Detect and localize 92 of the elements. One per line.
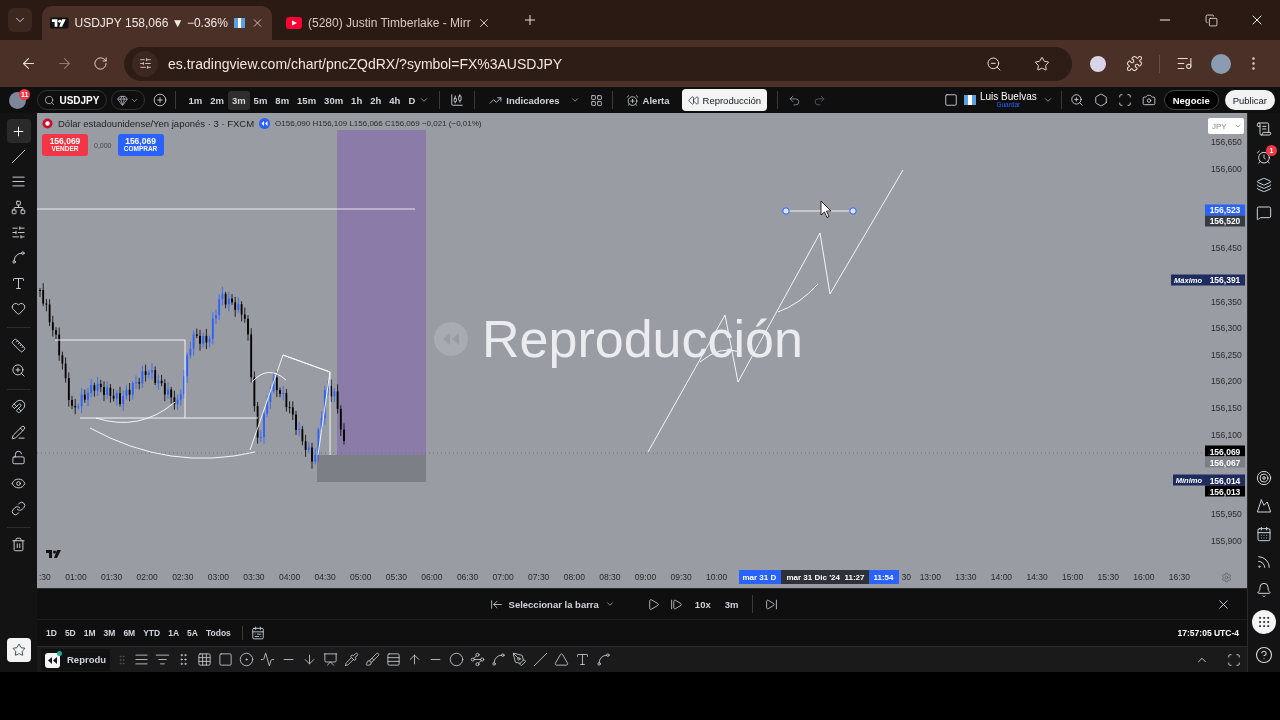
- timeframe-button[interactable]: 3m: [227, 90, 250, 110]
- time-tick: 03:30: [242, 572, 266, 582]
- timeframe-button[interactable]: 8m: [271, 90, 294, 110]
- timeframe-button[interactable]: 30m: [320, 90, 348, 110]
- time-tick: 16:30: [1167, 572, 1192, 582]
- timeframe-button[interactable]: 1m: [184, 90, 207, 110]
- price-label: 156,523: [1205, 204, 1245, 216]
- timeframe-button[interactable]: 5m: [249, 90, 272, 110]
- address-field[interactable]: es.tradingview.com/chart/pncZQdRX/?symbol=FX%3AUSDJPY: [124, 46, 1072, 81]
- range-button[interactable]: 5A: [184, 626, 201, 640]
- price-tick: 155,900: [1211, 536, 1242, 546]
- time-tick: 15:30: [1096, 572, 1120, 582]
- price-label: 156,391: [1205, 274, 1245, 286]
- price-label: 156,520: [1205, 215, 1245, 227]
- price-axis[interactable]: JPY 156,650 156,600 156,450 156,350 156,300 156,250 156,200 156,150 156,100 155,950 155,900 156,523 156,520 156,391 156,069 156,067 156,014 156,013: [1205, 113, 1247, 566]
- timeframe-button[interactable]: 2h: [366, 90, 386, 110]
- time-tick: 13:30: [954, 572, 978, 582]
- clock-time: 17:57:05 UTC-4: [1177, 628, 1239, 638]
- range-button[interactable]: 1A: [165, 626, 183, 640]
- time-tick: :30: [38, 572, 52, 582]
- time-tick: 07:00: [491, 572, 515, 582]
- range-button[interactable]: Todos: [202, 626, 234, 640]
- symbol-title[interactable]: Dólar estadounidense/Yen japonés · 3 · FXCM: [58, 118, 255, 129]
- time-tick: 02:00: [135, 572, 159, 582]
- price-tick: 156,650: [1211, 137, 1242, 147]
- time-tick: 10:00: [705, 572, 729, 582]
- time-tick: 04:30: [313, 572, 337, 582]
- price-tick: 156,600: [1211, 163, 1242, 174]
- time-tick: 14:30: [1025, 572, 1049, 582]
- price-tick: 155,950: [1211, 509, 1242, 520]
- price-tick: 156,450: [1211, 243, 1242, 254]
- layout-name[interactable]: Luis Buelvas: [980, 91, 1037, 102]
- url-text: es.tradingview.com/chart/pncZQdRX/?symbol=FX%3AUSDJPY: [168, 55, 564, 72]
- time-tick: 05:00: [349, 572, 373, 582]
- time-tick: 08:30: [598, 572, 622, 582]
- time-tick: 01:00: [64, 572, 88, 582]
- replay-tab[interactable]: Reprodu: [41, 648, 111, 671]
- timeframe-button[interactable]: 4h: [385, 90, 405, 110]
- time-tick: 09:00: [633, 572, 658, 582]
- select-bar-dropdown[interactable]: Seleccionar la barra: [489, 597, 615, 611]
- time-tick: 16:00: [1132, 572, 1156, 582]
- range-button[interactable]: 1D: [43, 626, 60, 640]
- alert-button[interactable]: Alerta: [621, 93, 674, 107]
- price-label: 156,067: [1205, 456, 1245, 468]
- time-tick: 14:00: [989, 572, 1014, 582]
- time-tick: 04:00: [277, 572, 302, 582]
- price-tick: 156,300: [1211, 323, 1242, 334]
- timeframe-button[interactable]: D: [404, 90, 420, 110]
- price-label: 156,069: [1205, 445, 1245, 457]
- range-button[interactable]: 5D: [61, 626, 79, 640]
- currency-dropdown[interactable]: JPY: [1208, 118, 1244, 134]
- range-button[interactable]: YTD: [140, 626, 164, 640]
- trade-button[interactable]: Negocie: [1163, 90, 1219, 110]
- time-tick: 05:30: [384, 572, 408, 582]
- speed-button[interactable]: 10x: [692, 598, 713, 610]
- range-button[interactable]: 3M: [100, 626, 119, 640]
- timeframe-button[interactable]: 2m: [206, 90, 228, 110]
- time-tick: 02:30: [171, 572, 195, 582]
- range-start-label: mar 31 D: [742, 572, 777, 582]
- ohlc-values: O156,090 H156,109 L156,066 C156,069 −0,021 (−0,01%): [275, 119, 482, 128]
- timeframe-button[interactable]: 15m: [293, 90, 321, 110]
- time-tick: 06:30: [455, 572, 480, 582]
- tab-title: (5280) Justin Timberlake - Mirr: [308, 16, 471, 30]
- indicators-button[interactable]: Indicadores: [485, 93, 564, 107]
- price-tick: 156,150: [1211, 403, 1242, 413]
- range-end-label: 11:54: [873, 572, 894, 582]
- price-tick: 156,250: [1211, 349, 1242, 360]
- time-tick: 08:00: [562, 572, 586, 582]
- replay-button[interactable]: Reproducción: [681, 89, 768, 111]
- time-tick: 09:30: [669, 572, 693, 582]
- time-tick: 03:00: [206, 572, 230, 582]
- range-button[interactable]: 6M: [120, 626, 139, 640]
- time-tick: 30: [900, 572, 912, 582]
- time-tick: 07:30: [527, 572, 551, 582]
- timeframe-button[interactable]: 1h: [347, 90, 367, 110]
- browser-tab[interactable]: (5280) Justin Timberlake - Mirr: [278, 6, 516, 40]
- cursor-date: mar 31 Dic '24: [786, 572, 840, 582]
- price-tick: 156,200: [1211, 376, 1242, 387]
- browser-tab[interactable]: USDJPY 158,066 ▼ −0.36%: [42, 6, 272, 40]
- price-tick: 156,350: [1211, 296, 1242, 307]
- time-tick: 01:30: [99, 572, 124, 582]
- time-tick: 06:00: [420, 572, 444, 582]
- tab-title: USDJPY 158,066 ▼ −0.36%: [74, 16, 228, 30]
- time-tick: 15:00: [1061, 572, 1085, 582]
- range-button[interactable]: 1M: [80, 626, 99, 640]
- cursor-time: 11:27: [844, 572, 865, 582]
- publish-button[interactable]: Publicar: [1224, 90, 1275, 110]
- interval-button[interactable]: 3m: [722, 598, 741, 610]
- price-label: 156,014: [1205, 474, 1245, 486]
- price-tick: 156,100: [1211, 429, 1242, 440]
- time-tick: 13:00: [918, 572, 942, 582]
- price-label: 156,013: [1205, 485, 1245, 497]
